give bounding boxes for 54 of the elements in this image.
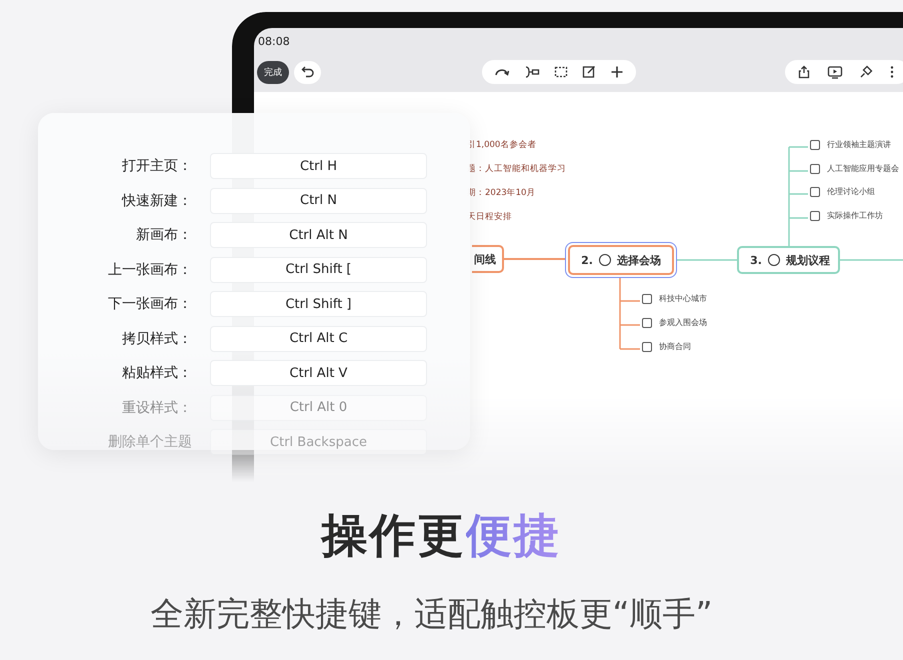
shortcut-field[interactable]: Ctrl H [210, 153, 427, 179]
shortcut-label: 快速新建： [122, 192, 192, 210]
connector-line [674, 259, 737, 261]
shortcut-label: 上一张画布： [108, 260, 192, 278]
shortcut-field[interactable]: Ctrl Shift [ [210, 256, 427, 282]
task-text: 协商合同 [659, 341, 691, 352]
task-text: 参观入围会场 [659, 317, 707, 328]
bracket-node-icon[interactable] [524, 65, 540, 79]
shortcut-label: 粘贴样式： [122, 364, 192, 382]
headline: 操作更便捷 [320, 507, 562, 564]
note-text: 期：2023年10月 [467, 187, 536, 199]
play-screen-icon[interactable] [827, 65, 843, 79]
shortcut-label: 重设样式： [122, 398, 192, 416]
connector-line [840, 259, 903, 261]
checkbox[interactable] [642, 342, 652, 352]
shortcut-label: 下一张画布： [108, 295, 192, 313]
note-text: 题：人工智能和机器学习 [467, 163, 566, 175]
topic-node[interactable]: 间线 [472, 245, 504, 273]
task-text: 人工智能应用专题会 [827, 163, 899, 174]
connector-line [504, 258, 568, 260]
checkbox[interactable] [810, 186, 820, 196]
checkbox[interactable] [642, 294, 652, 304]
undo-button[interactable] [294, 60, 321, 84]
plus-icon[interactable] [610, 65, 624, 79]
shortcut-field[interactable]: Ctrl Shift ] [210, 291, 427, 317]
shortcut-field[interactable]: Ctrl Alt N [210, 222, 427, 248]
task-text: 行业领袖主题演讲 [827, 139, 891, 150]
status-time: 08:08 [258, 35, 290, 48]
topic-node[interactable]: 2. 选择会场 [568, 245, 674, 275]
more-icon[interactable] [889, 65, 895, 79]
share-icon[interactable] [797, 65, 811, 79]
note-text: 天日程安排 [467, 211, 512, 223]
shortcut-label: 删除单个主题 [108, 433, 192, 451]
task-text: 科技中心城市 [659, 293, 707, 304]
note-text: 引1,000名参会者 [467, 139, 536, 151]
brush-icon[interactable] [859, 65, 873, 79]
shortcut-label: 拷贝样式： [122, 330, 192, 348]
edit-note-icon[interactable] [582, 65, 596, 79]
checkbox[interactable] [642, 318, 652, 328]
shortcut-label: 新画布： [136, 226, 192, 244]
shortcut-field[interactable]: Ctrl Alt V [210, 360, 427, 386]
checkbox[interactable] [810, 164, 820, 174]
shortcut-field[interactable]: Ctrl Alt C [210, 326, 427, 352]
task-text: 实际操作工作坊 [827, 210, 883, 221]
shortcut-field[interactable]: Ctrl N [210, 188, 427, 214]
topic-node[interactable]: 3. 规划议程 [737, 246, 840, 274]
subtitle: 全新完整快捷键，适配触控板更“顺手” [149, 593, 714, 635]
done-button[interactable]: 完成 [257, 60, 289, 84]
dashed-square-icon[interactable] [554, 65, 568, 79]
checkbox[interactable] [810, 140, 820, 150]
task-text: 伦理讨论小组 [827, 186, 875, 197]
undo-icon [300, 65, 314, 79]
shortcut-label: 打开主页： [122, 157, 192, 175]
checkbox[interactable] [810, 210, 820, 220]
